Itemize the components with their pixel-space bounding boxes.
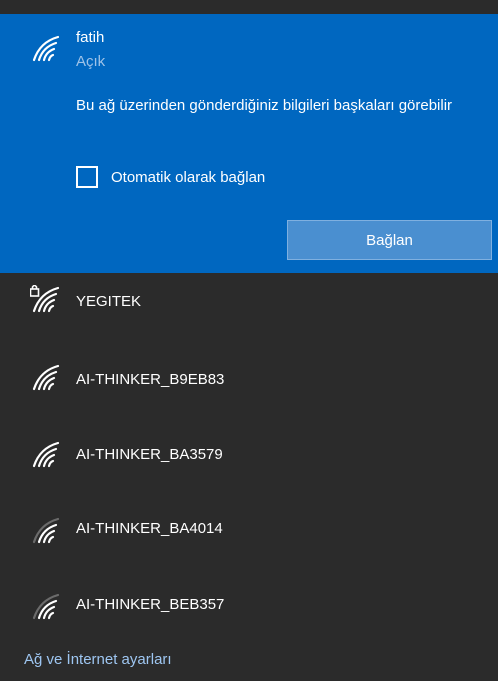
selected-network-name: fatih — [76, 29, 105, 46]
wifi-signal-icon — [32, 364, 60, 391]
network-item-ai-thinker-b9eb83[interactable]: AI-THINKER_B9EB83 — [0, 349, 498, 413]
wifi-signal-icon — [32, 517, 60, 544]
network-item-yegitek[interactable]: YEGITEK — [0, 273, 498, 337]
wifi-secured-icon — [30, 285, 60, 313]
network-name: YEGITEK — [76, 293, 142, 310]
auto-connect-option[interactable]: Otomatik olarak bağlan — [76, 164, 265, 190]
wifi-signal-icon — [32, 593, 60, 620]
selected-network-status: Açık — [76, 53, 106, 70]
wifi-signal-icon — [32, 35, 60, 62]
network-name: AI-THINKER_BA4014 — [76, 520, 223, 537]
auto-connect-checkbox[interactable] — [76, 166, 98, 188]
network-name: AI-THINKER_BEB357 — [76, 596, 225, 613]
network-settings-link[interactable]: Ağ ve İnternet ayarları — [24, 651, 172, 668]
network-item-ai-thinker-beb357[interactable]: AI-THINKER_BEB357 — [0, 576, 498, 640]
network-item-ai-thinker-ba4014[interactable]: AI-THINKER_BA4014 — [0, 500, 498, 564]
network-item-ai-thinker-ba3579[interactable]: AI-THINKER_BA3579 — [0, 424, 498, 488]
auto-connect-label: Otomatik olarak bağlan — [111, 168, 266, 186]
network-name: AI-THINKER_BA3579 — [76, 446, 223, 463]
selected-network-panel[interactable]: fatih Açık Bu ağ üzerinden gönderdiğiniz… — [0, 14, 498, 273]
connect-button[interactable]: Bağlan — [287, 220, 492, 260]
security-warning-text: Bu ağ üzerinden gönderdiğiniz bilgileri … — [76, 97, 453, 114]
flyout-top-edge — [0, 0, 498, 14]
network-name: AI-THINKER_B9EB83 — [76, 371, 225, 388]
wifi-signal-icon — [32, 441, 60, 468]
